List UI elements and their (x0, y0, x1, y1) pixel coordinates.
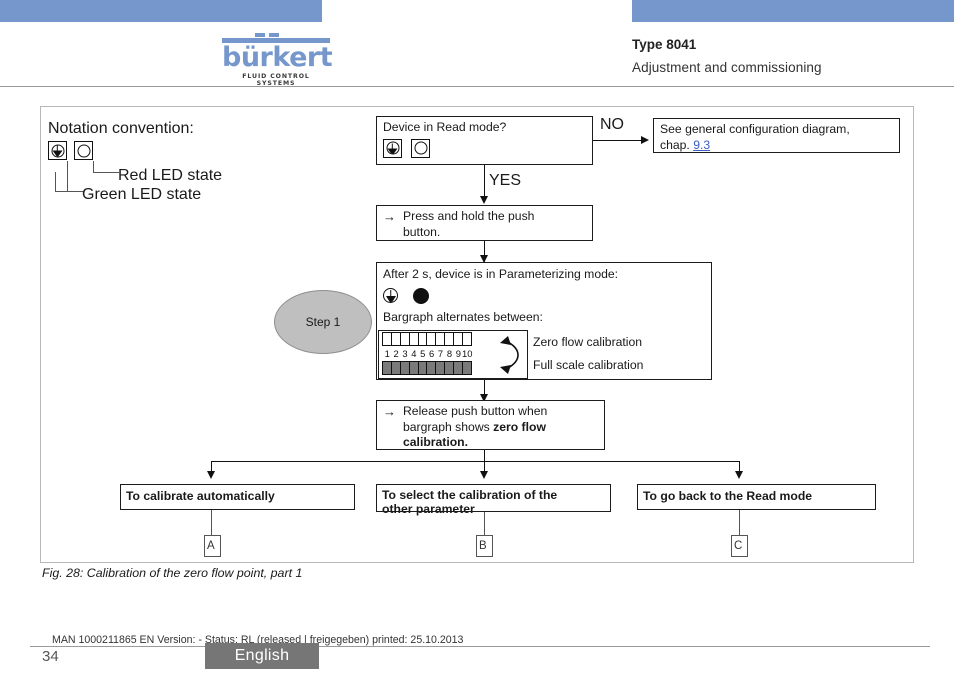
outcome-split-bus (211, 461, 739, 463)
connector-b-line (484, 512, 485, 535)
figure-caption: Fig. 28: Calibration of the zero flow po… (42, 566, 303, 580)
param-mode-title: After 2 s, device is in Parameterizing m… (383, 267, 619, 281)
branch-label-yes: YES (489, 172, 522, 189)
decision-led-red-off-icon (411, 138, 431, 158)
arrow-right-glyph-icon: → (383, 209, 396, 224)
burkert-logo: bürkert FLUID CONTROL SYSTEMS (222, 33, 333, 87)
no-branch-line (593, 140, 643, 142)
decision-led-green-blinking-icon (383, 138, 402, 158)
release-line1: Release push button when (403, 404, 548, 418)
outcome-c-label: To go back to the Read mode (643, 489, 813, 503)
connector-c: C (731, 535, 748, 557)
release-bold-zero-flow: zero flow (493, 419, 546, 434)
branch-label-no: NO (600, 116, 624, 133)
action-box-release-button: → Release push button when bargraph show… (376, 400, 605, 450)
bargraph-section-title: Bargraph alternates between: (383, 309, 543, 324)
notation-led-green (48, 141, 67, 160)
led-red-off-icon (74, 141, 93, 160)
document-section-subtitle: Adjustment and commissioning (632, 60, 822, 75)
outcome-b-label-line1: To select the calibration of the (382, 488, 558, 502)
page-number: 34 (42, 648, 59, 665)
header-divider (0, 86, 954, 87)
outcome-box-select-other-parameter: To select the calibration of the other p… (376, 484, 611, 516)
outcome-c-arrowhead (735, 471, 743, 479)
param-led-green-blinking-icon (383, 288, 398, 303)
action-box-press-hold: → Press and hold the push button. (376, 205, 593, 241)
bargraph-row-filled (382, 361, 473, 375)
notation-leader-red-horizontal (93, 172, 119, 173)
outcome-b-label-line2: other parameter (382, 502, 475, 516)
logo-tagline: FLUID CONTROL SYSTEMS (242, 73, 310, 87)
logo-wordmark: bürkert (222, 42, 333, 73)
bargraph-alt-label-zero-flow: Zero flow calibration (533, 335, 643, 349)
press-hold-line1: Press and hold the push (403, 209, 535, 223)
notation-title: Notation convention: (48, 120, 194, 137)
outcome-box-back-to-read-mode: To go back to the Read mode (637, 484, 876, 510)
bargraph-row-empty (382, 332, 473, 346)
release-line2: bargraph shows (403, 419, 494, 434)
connector-c-line (739, 510, 740, 535)
led-green-blinking-icon (48, 141, 67, 160)
notation-red-label: Red LED state (118, 167, 223, 184)
yes-branch-line (484, 165, 486, 199)
decision-box-read-mode: Device in Read mode? (376, 116, 593, 165)
reference-text-line2: chap. (660, 137, 694, 152)
step-badge-1: Step 1 (274, 290, 372, 354)
connector-a-line (211, 510, 212, 535)
notation-leader-green-stub (55, 172, 56, 192)
outcome-a-label: To calibrate automatically (126, 489, 275, 503)
logo-bar-icon (222, 33, 330, 43)
header-accent-bar-left (0, 0, 322, 22)
decision-question: Device in Read mode? (383, 120, 507, 134)
outcome-box-calibrate-automatically: To calibrate automatically (120, 484, 355, 510)
arrow-right-glyph-icon-2: → (383, 404, 396, 419)
footer-divider (30, 646, 930, 647)
notation-green-label: Green LED state (82, 186, 202, 203)
notation-led-red (74, 141, 93, 160)
outcome-a-arrowhead (207, 471, 215, 479)
chapter-link[interactable]: 9.3 (693, 138, 710, 152)
alternation-arrow-icon (500, 336, 519, 374)
connector-b: B (476, 535, 493, 557)
notation-leader-green-vertical (67, 161, 68, 192)
bargraph-number: 10 (462, 348, 473, 359)
outcome-b-arrowhead (480, 471, 488, 479)
notation-leader-green-horizontal (55, 191, 83, 192)
language-badge: English (205, 643, 319, 669)
connector-a: A (204, 535, 221, 557)
step-badge-label: Step 1 (305, 315, 341, 329)
document-type-title: Type 8041 (632, 37, 697, 52)
reference-box-config-diagram: See general configuration diagram, chap.… (653, 118, 900, 153)
no-branch-arrowhead (641, 136, 649, 144)
bargraph-scale-numbers: 1 2 3 4 5 6 7 8 9 10 (382, 348, 473, 359)
param-led-red-on-icon (413, 287, 430, 304)
header-accent-bar-right (632, 0, 954, 22)
bargraph-alt-label-full-scale: Full scale calibration (533, 358, 644, 372)
reference-text-line1: See general configuration diagram, (660, 122, 850, 136)
press-hold-line2: button. (403, 224, 441, 239)
release-bold-calibration: calibration. (403, 435, 469, 449)
yes-branch-arrowhead (480, 196, 488, 204)
